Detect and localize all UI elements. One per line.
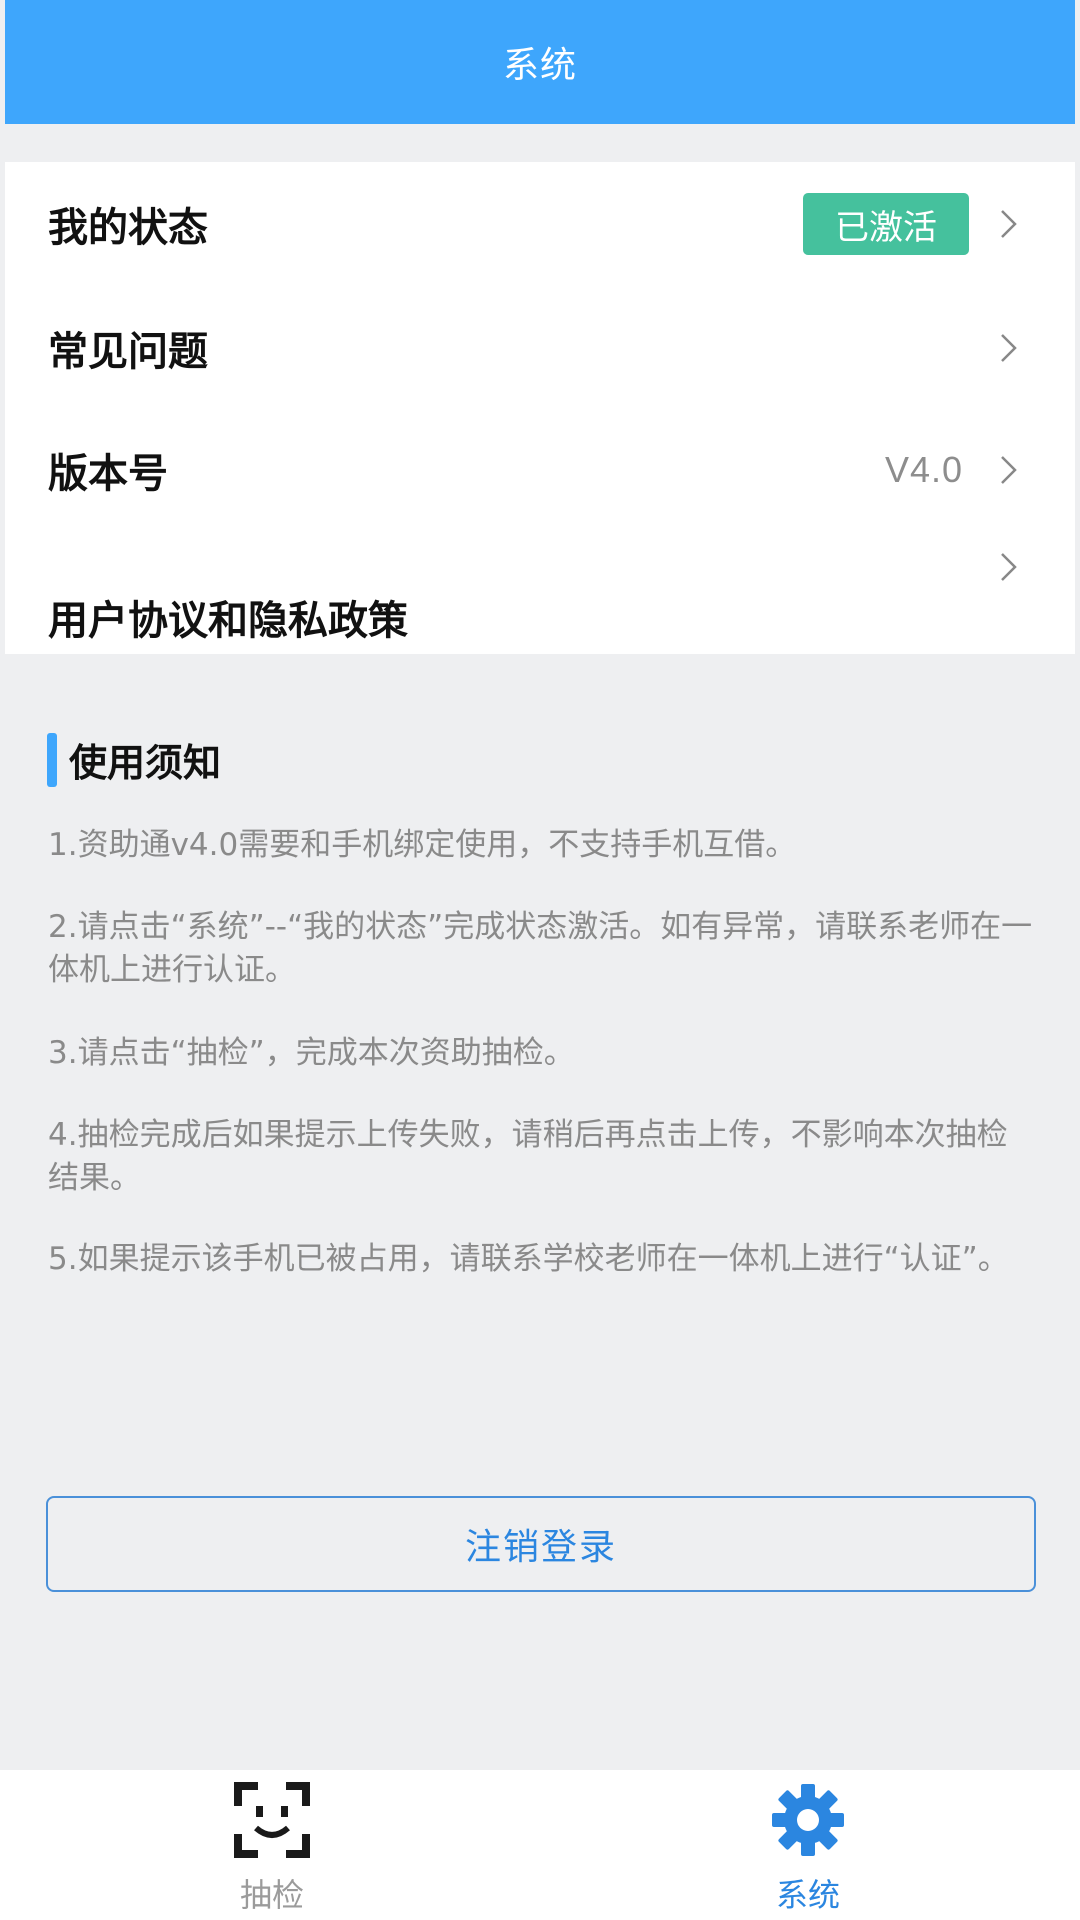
notice-item: 1.资助通v4.0需要和手机绑定使用，不支持手机互借。 — [48, 827, 797, 863]
chevron-right-icon — [1001, 334, 1017, 362]
menu-item-faq-label: 常见问题 — [48, 329, 208, 375]
notice-accent-bar — [47, 732, 57, 787]
gear-icon — [772, 1784, 844, 1856]
logout-button[interactable]: 注销登录 — [46, 1496, 1036, 1592]
notice-item: 5.如果提示该手机已被占用，请联系学校老师在一体机上进行“认证”。 — [48, 1241, 1009, 1277]
tab-spot-check[interactable]: 抽检 — [172, 1770, 372, 1920]
menu-item-status-label: 我的状态 — [48, 205, 208, 251]
menu-item-agreement-label: 用户协议和隐私政策 — [48, 598, 408, 644]
menu-item-status[interactable]: 我的状态 已激活 — [5, 162, 1075, 286]
menu-item-agreement[interactable]: 用户协议和隐私政策 — [5, 530, 1075, 654]
header-bar: 系统 — [5, 0, 1075, 124]
tab-spot-check-label: 抽检 — [239, 1876, 304, 1914]
page-title: 系统 — [502, 45, 577, 86]
chevron-right-icon — [1001, 456, 1017, 484]
menu-item-faq[interactable]: 常见问题 — [5, 286, 1075, 410]
notice-item: 2.请点击“系统”--“我的状态”完成状态激活。如有异常，请联系老师在一体机上进… — [48, 909, 1033, 988]
status-badge: 已激活 — [803, 193, 969, 255]
notice-heading: 使用须知 — [47, 732, 221, 787]
notice-item: 4.抽检完成后如果提示上传失败，请稍后再点击上传，不影响本次抽检结果。 — [48, 1117, 1008, 1196]
settings-menu: 我的状态 已激活 常见问题 版本号 V4.0 用户协议和隐私政策 — [5, 162, 1075, 654]
menu-item-version-label: 版本号 — [48, 451, 168, 497]
bottom-tab-bar: 抽检 系统 — [0, 1770, 1080, 1920]
chevron-right-icon — [1001, 553, 1017, 581]
tab-system[interactable]: 系统 — [708, 1770, 908, 1920]
version-value: V4.0 — [884, 449, 963, 490]
notice-item: 3.请点击“抽检”，完成本次资助抽检。 — [48, 1035, 575, 1071]
face-scan-icon — [234, 1782, 310, 1858]
menu-item-version[interactable]: 版本号 V4.0 — [5, 410, 1075, 530]
chevron-right-icon — [1001, 210, 1017, 238]
notice-title: 使用须知 — [69, 741, 222, 785]
tab-system-label: 系统 — [775, 1876, 840, 1914]
